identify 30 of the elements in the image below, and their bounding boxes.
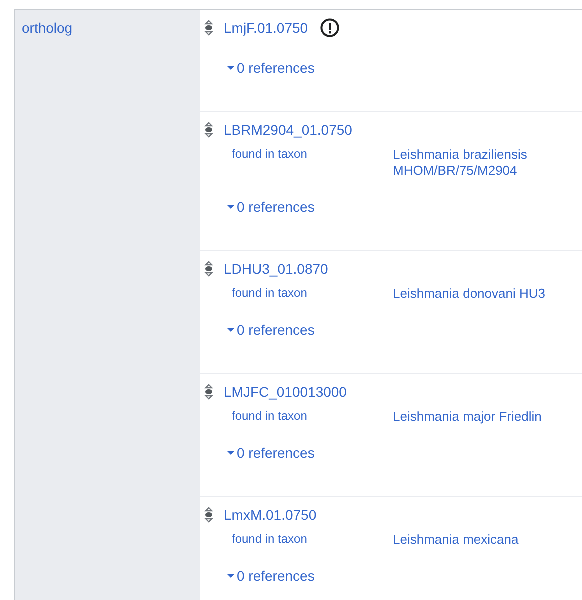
qualifier-value[interactable]: Leishmania mexicana [393,529,519,548]
qualifier-value[interactable]: Leishmania donovani HU3 [393,283,546,302]
caret-icon[interactable] [227,574,235,578]
qualifier-property[interactable]: found in taxon [232,283,393,302]
rank-icon[interactable] [204,122,214,138]
references-toggle[interactable]: 0 references [227,322,315,338]
rank-icon[interactable] [204,261,214,277]
references-toggle[interactable]: 0 references [227,60,315,76]
caret-icon[interactable] [227,205,235,209]
caret-icon[interactable] [227,328,235,332]
qualifier-property[interactable]: found in taxon [232,144,393,163]
qualifier-value[interactable]: Leishmania major Friedlin [393,406,542,425]
qualifier-value[interactable]: Leishmania braziliensis MHOM/BR/75/M2904 [393,144,573,179]
caret-icon[interactable] [227,66,235,70]
caret-icon[interactable] [227,451,235,455]
qualifier-property[interactable]: found in taxon [232,529,393,548]
warning-icon[interactable] [320,18,340,38]
references-toggle[interactable]: 0 references [227,568,315,584]
statement-value[interactable]: LmxM.01.0750 [224,507,317,523]
statement-value[interactable]: LmjF.01.0750 [224,20,308,36]
statement-value[interactable]: LMJFC_010013000 [224,384,347,400]
rank-icon[interactable] [204,384,214,400]
property-label[interactable]: ortholog [22,20,73,36]
references-toggle[interactable]: 0 references [227,445,315,461]
rank-icon[interactable] [204,507,214,523]
statement-value[interactable]: LDHU3_01.0870 [224,261,328,277]
rank-icon[interactable] [204,20,214,36]
statement-value[interactable]: LBRM2904_01.0750 [224,122,352,138]
references-toggle[interactable]: 0 references [227,199,315,215]
qualifier-property[interactable]: found in taxon [232,406,393,425]
